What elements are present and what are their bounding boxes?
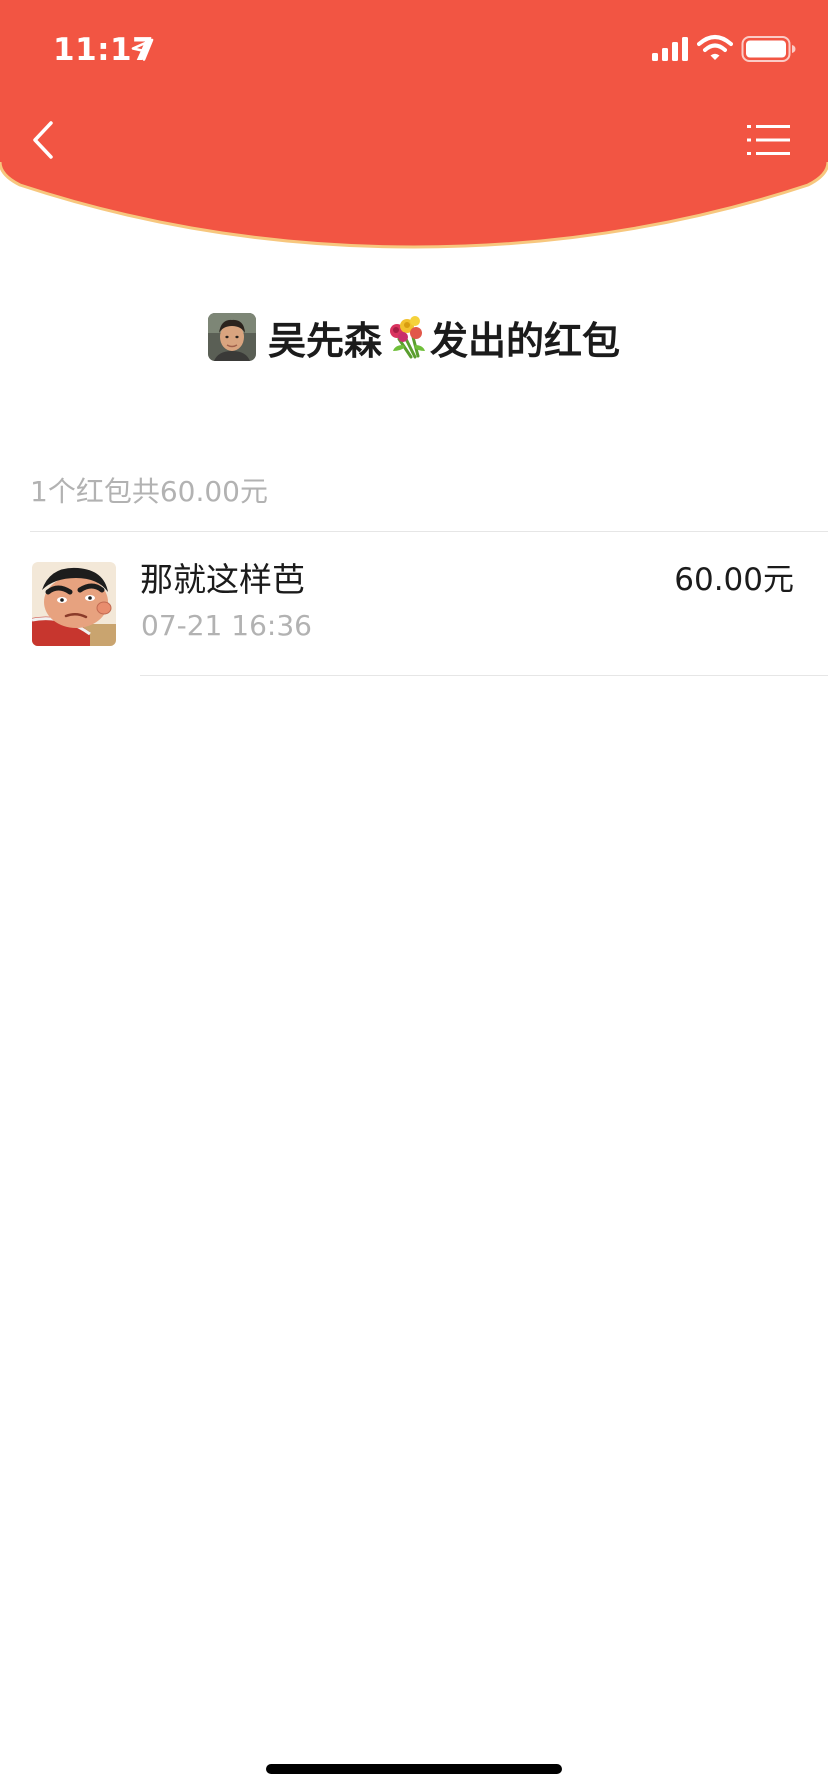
battery-icon <box>741 36 796 62</box>
sender-photo <box>207 313 256 361</box>
sender-name: 吴先森 <box>267 318 382 363</box>
divider <box>140 675 828 676</box>
back-button[interactable] <box>25 115 65 165</box>
title-suffix: 发出的红包 <box>430 318 621 363</box>
home-indicator[interactable] <box>266 1764 562 1774</box>
bouquet-icon <box>390 316 425 359</box>
receiver-avatar[interactable] <box>32 562 116 646</box>
location-arrow-icon <box>131 38 154 61</box>
cartoon-avatar-image <box>32 562 116 646</box>
cellular-signal-icon <box>652 37 688 61</box>
receive-time: 07-21 16:36 <box>141 609 312 642</box>
list-item[interactable]: 那就这样芭 07-21 16:36 60.00元 <box>0 532 828 676</box>
records-menu-button[interactable] <box>745 120 793 160</box>
chevron-left-icon <box>33 121 53 159</box>
packet-summary: 1个红包共60.00元 <box>30 475 268 508</box>
wifi-icon <box>697 35 733 60</box>
list-menu-icon <box>747 125 790 155</box>
received-amount: 60.00元 <box>674 562 794 598</box>
page-title: 吴先森 发出的红包 <box>0 306 828 368</box>
receiver-name: 那就这样芭 <box>140 560 305 599</box>
sender-avatar[interactable] <box>207 313 256 361</box>
